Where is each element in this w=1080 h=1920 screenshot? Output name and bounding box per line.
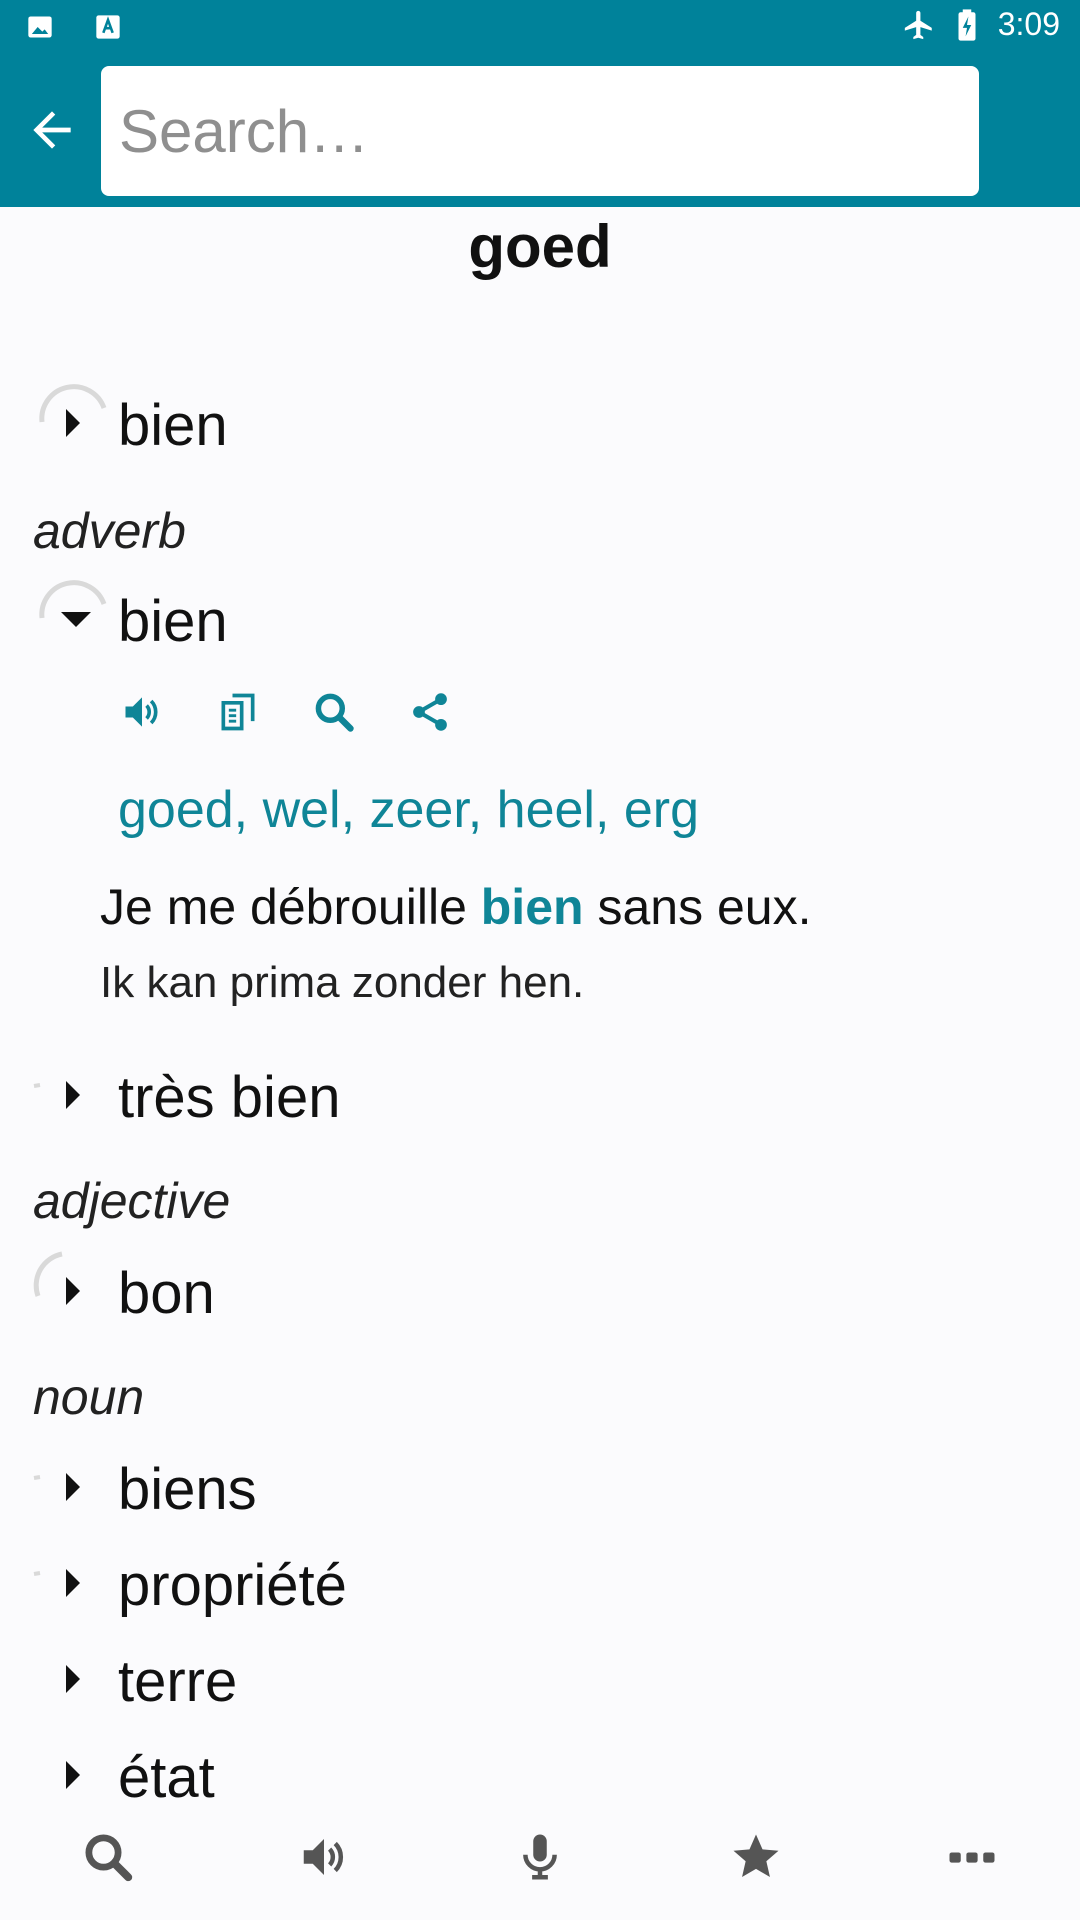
- airplane-mode-icon: [904, 10, 932, 39]
- nav-speak-button[interactable]: [216, 1826, 432, 1920]
- speaker-icon[interactable]: [120, 690, 164, 734]
- part-of-speech-label: adverb: [33, 503, 186, 559]
- example-text-after: sans eux.: [583, 879, 812, 935]
- nav-search-button[interactable]: [0, 1826, 216, 1920]
- headword: goed: [468, 213, 612, 280]
- expand-arrow-icon[interactable]: [64, 1568, 84, 1598]
- entry-word[interactable]: bon: [118, 1260, 215, 1327]
- status-time: 3:09: [997, 6, 1060, 42]
- example-text-before: Je me débrouille: [100, 879, 481, 935]
- battery-charging-icon: [958, 8, 976, 41]
- part-of-speech-label: noun: [33, 1369, 145, 1425]
- entry-row[interactable]: bon: [0, 1251, 1080, 1332]
- expand-arrow-icon[interactable]: [64, 1080, 84, 1110]
- search-box[interactable]: [101, 66, 979, 196]
- search-icon: [85, 1834, 133, 1882]
- example-translation: Ik kan prima zonder hen.: [100, 958, 585, 1007]
- entry-row[interactable]: très bien: [0, 1056, 1080, 1136]
- entry-word[interactable]: très bien: [118, 1064, 340, 1131]
- bottom-navigation: [0, 1826, 1080, 1920]
- nav-voice-button[interactable]: [432, 1826, 648, 1920]
- entry-row[interactable]: propriété: [0, 1544, 1080, 1624]
- entry-row[interactable]: bien: [0, 384, 1080, 464]
- star-icon: [733, 1834, 779, 1878]
- status-bar: 3:09: [0, 0, 1080, 56]
- collapse-arrow-icon[interactable]: [60, 610, 92, 630]
- microphone-icon: [523, 1834, 557, 1880]
- share-icon[interactable]: [408, 690, 452, 734]
- entry-word[interactable]: biens: [118, 1456, 257, 1523]
- entry-row[interactable]: terre: [0, 1640, 1080, 1720]
- entry-row-expanded[interactable]: bien: [0, 580, 1080, 660]
- app-bar: [0, 56, 1080, 207]
- entry-row[interactable]: biens: [0, 1448, 1080, 1528]
- entry-word[interactable]: terre: [118, 1648, 237, 1715]
- expand-arrow-icon[interactable]: [64, 1664, 84, 1694]
- image-icon: [28, 16, 52, 38]
- search-input[interactable]: [119, 66, 959, 196]
- entry-row[interactable]: état: [0, 1736, 1080, 1816]
- expand-arrow-icon[interactable]: [64, 408, 84, 438]
- back-button[interactable]: [22, 100, 82, 160]
- entry-word[interactable]: état: [118, 1744, 215, 1811]
- entry-word[interactable]: bien: [118, 588, 228, 655]
- search-icon[interactable]: [312, 690, 356, 734]
- nav-favorites-button[interactable]: [648, 1826, 864, 1920]
- entry-word[interactable]: propriété: [118, 1552, 347, 1619]
- entry-word[interactable]: bien: [118, 392, 228, 459]
- example-highlight: bien: [480, 879, 584, 935]
- speaker-icon: [303, 1839, 344, 1875]
- app-badge-icon: [96, 15, 120, 39]
- nav-more-button[interactable]: [864, 1826, 1080, 1920]
- arrow-back-icon: [33, 111, 71, 149]
- copy-icon[interactable]: [216, 690, 260, 734]
- translations-list[interactable]: goed, wel, zeer, heel, erg: [118, 780, 699, 840]
- entry-actions: [120, 690, 452, 734]
- expand-arrow-icon[interactable]: [64, 1760, 84, 1790]
- expand-arrow-icon[interactable]: [64, 1472, 84, 1502]
- part-of-speech-label: adjective: [33, 1173, 231, 1229]
- more-icon: [949, 1852, 995, 1863]
- expand-arrow-icon[interactable]: [64, 1276, 84, 1306]
- example-sentence: Je me débrouille bien sans eux.: [100, 878, 811, 936]
